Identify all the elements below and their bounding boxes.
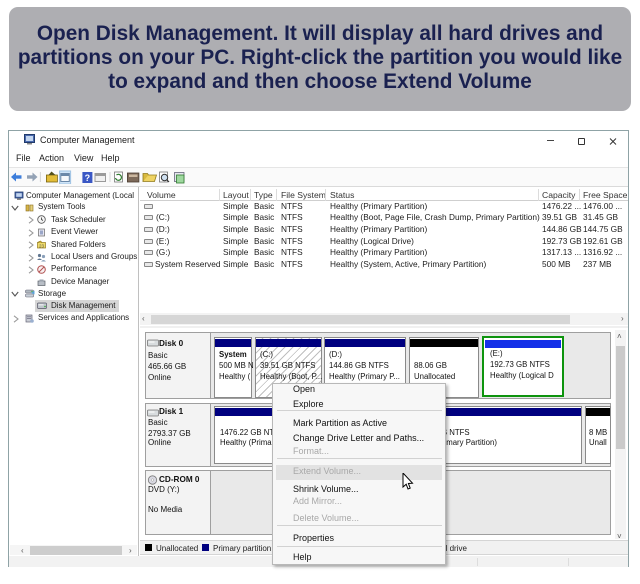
svg-text:23: 23	[39, 244, 45, 249]
